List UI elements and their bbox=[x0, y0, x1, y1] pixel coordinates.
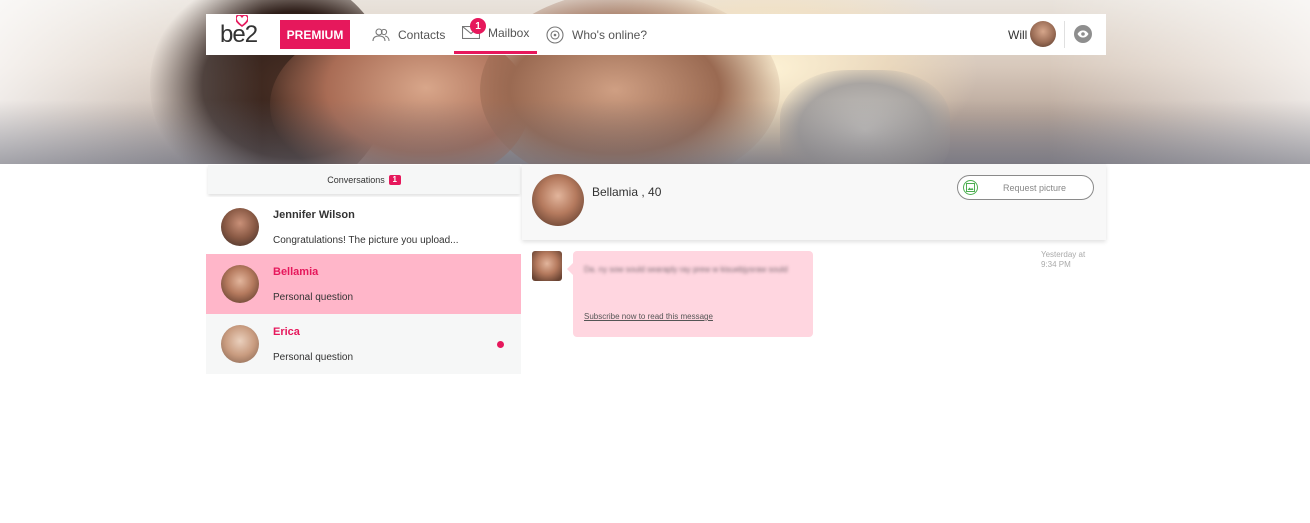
user-name[interactable]: Will bbox=[1008, 28, 1027, 42]
conversation-preview: Personal question bbox=[273, 292, 354, 303]
unread-dot bbox=[497, 341, 504, 348]
nav-mailbox-label: Mailbox bbox=[488, 25, 530, 40]
message-timestamp: Yesterday at 9:34 PM bbox=[1041, 250, 1086, 269]
conversation-name: Jennifer Wilson bbox=[273, 209, 355, 221]
eye-icon bbox=[1077, 30, 1089, 38]
message-bubble: Da. ny sow sould searaply ray prew w kis… bbox=[567, 251, 813, 337]
conversation-item-jennifer-wilson[interactable]: Jennifer Wilson Congratulations! The pic… bbox=[206, 197, 521, 257]
conversation-name: Erica bbox=[273, 326, 300, 338]
online-target-icon bbox=[546, 25, 564, 44]
nav-contacts-label: Contacts bbox=[398, 27, 446, 42]
conversation-preview: Congratulations! The picture you upload.… bbox=[273, 235, 459, 246]
be2-logo[interactable]: be2 bbox=[220, 15, 258, 49]
contacts-icon bbox=[372, 27, 390, 41]
chat-partner-avatar[interactable] bbox=[532, 174, 584, 226]
nav-whos-online-label: Who's online? bbox=[572, 27, 647, 42]
subscribe-link[interactable]: Subscribe now to read this message bbox=[584, 312, 713, 321]
request-picture-button[interactable]: Request picture bbox=[957, 175, 1094, 200]
picture-icon bbox=[963, 180, 978, 195]
chat-partner-title[interactable]: Bellamia , 40 bbox=[592, 185, 661, 199]
conversation-item-bellamia[interactable]: Bellamia Personal question bbox=[206, 254, 521, 314]
nav-divider bbox=[1064, 21, 1065, 48]
conversation-preview: Personal question bbox=[273, 352, 354, 363]
chat-header: Bellamia , 40 Request picture bbox=[522, 164, 1106, 240]
conversations-header[interactable]: Conversations 1 bbox=[208, 165, 520, 194]
avatar bbox=[221, 208, 259, 246]
nav-contacts[interactable]: Contacts bbox=[372, 14, 445, 55]
conversations-header-label: Conversations bbox=[327, 174, 385, 185]
conversations-count-badge: 1 bbox=[388, 174, 401, 185]
premium-button[interactable]: PREMIUM bbox=[280, 20, 350, 49]
avatar bbox=[221, 325, 259, 363]
visibility-toggle[interactable] bbox=[1074, 25, 1092, 43]
blurred-message-text: Da. ny sow sould searaply ray prew w kis… bbox=[584, 265, 788, 274]
avatar bbox=[221, 265, 259, 303]
conversation-name: Bellamia bbox=[273, 266, 319, 278]
top-navbar: be2 PREMIUM Contacts Mailbox 1 Who's onl… bbox=[206, 14, 1106, 55]
message-sender-avatar bbox=[532, 251, 562, 281]
request-picture-label: Request picture bbox=[1003, 183, 1067, 193]
mailbox-count-badge: 1 bbox=[470, 18, 486, 34]
nav-whos-online[interactable]: Who's online? bbox=[546, 14, 647, 55]
user-avatar[interactable] bbox=[1030, 21, 1056, 47]
nav-mailbox[interactable]: Mailbox bbox=[454, 14, 538, 54]
heart-icon bbox=[236, 15, 248, 27]
conversation-sidebar: Conversations 1 Jennifer Wilson Congratu… bbox=[206, 164, 521, 374]
conversation-item-erica[interactable]: Erica Personal question bbox=[206, 314, 521, 374]
